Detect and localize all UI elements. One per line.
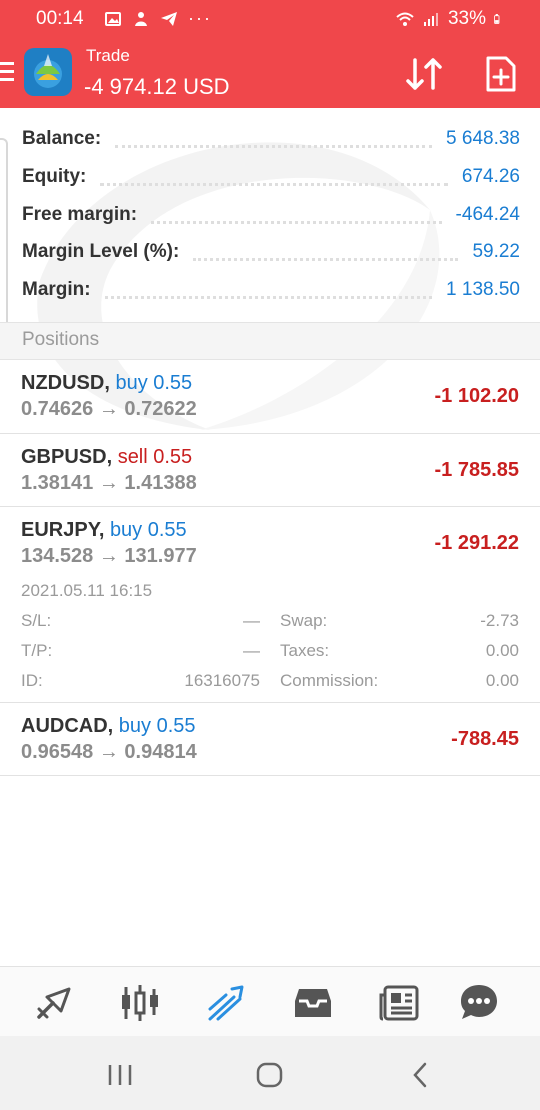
detail-row: ID: 16316075 Commission: 0.00: [21, 671, 519, 695]
gallery-icon: [105, 11, 121, 26]
summary-row-balance: Balance: 5 648.38: [22, 124, 520, 154]
account-summary: Balance: 5 648.38 Equity: 674.26 Free ma…: [0, 118, 540, 322]
position-direction: buy 0.55: [109, 519, 187, 541]
sl-value: —: [243, 611, 260, 630]
summary-value: 59.22: [472, 241, 520, 262]
new-order-icon[interactable]: [484, 54, 518, 94]
telegram-icon: [161, 11, 177, 26]
app-logo[interactable]: [24, 48, 72, 96]
detail-row: S/L: — Swap: -2.73: [21, 611, 519, 635]
swap-label: Swap:: [280, 611, 328, 630]
summary-label: Equity:: [22, 166, 87, 187]
positions-title: Positions: [22, 329, 100, 350]
total-profit: -4 974.12 USD: [84, 74, 230, 99]
news-icon[interactable]: [377, 981, 421, 1025]
summary-row-margin: Margin: 1 138.50: [22, 275, 520, 305]
dotted-leader: [151, 206, 442, 224]
position-profit: -1 102.20: [434, 385, 519, 407]
dotted-leader: [104, 281, 433, 299]
trade-icon[interactable]: [204, 981, 248, 1025]
home-icon[interactable]: [255, 1062, 285, 1088]
position-symbol: EURJPY, buy 0.55: [21, 519, 187, 541]
position-row[interactable]: AUDCAD, buy 0.55 0.96548 → 0.94814 -788.…: [0, 703, 540, 776]
position-profit: -1 785.85: [434, 459, 519, 481]
position-symbol: NZDUSD, buy 0.55: [21, 372, 193, 394]
system-nav: [0, 1036, 540, 1110]
position-profit: -1 291.22: [434, 532, 519, 554]
position-row[interactable]: GBPUSD, sell 0.55 1.38141 → 1.41388 -1 7…: [0, 434, 540, 507]
status-time: 00:14: [36, 8, 84, 29]
open-time: 2021.05.11 16:15: [21, 581, 153, 600]
positions-header: Positions: [0, 322, 540, 360]
app-bar: Trade -4 974.12 USD: [0, 40, 540, 108]
signal-icon: [423, 13, 438, 26]
chart-icon[interactable]: [118, 981, 162, 1025]
detail-row: T/P: — Taxes: 0.00: [21, 641, 519, 665]
dotted-leader: [100, 168, 448, 186]
summary-row-free-margin: Free margin: -464.24: [22, 200, 520, 230]
position-profit: -788.45: [451, 728, 519, 750]
summary-label: Free margin:: [22, 204, 138, 225]
position-prices: 1.38141 → 1.41388: [21, 472, 197, 494]
app-title: Trade: [86, 46, 130, 65]
position-direction: sell 0.55: [117, 446, 193, 468]
summary-value: 674.26: [461, 166, 520, 187]
position-symbol: AUDCAD, buy 0.55: [21, 715, 196, 737]
swap-value: -2.73: [480, 611, 519, 630]
id-value: 16316075: [184, 671, 260, 690]
position-direction: buy 0.55: [115, 372, 193, 394]
position-row[interactable]: NZDUSD, buy 0.55 0.74626 → 0.72622 -1 10…: [0, 360, 540, 434]
recent-apps-icon[interactable]: [105, 1062, 135, 1088]
sort-icon[interactable]: [402, 54, 446, 94]
quotes-icon[interactable]: [33, 981, 77, 1025]
position-symbol: GBPUSD, sell 0.55: [21, 446, 193, 468]
dotted-leader: [115, 130, 433, 148]
status-bar: 00:14 ··· 33%: [0, 0, 540, 38]
dotted-leader: [193, 243, 459, 261]
notification-app-icon: [135, 11, 147, 26]
tp-label: T/P:: [21, 641, 53, 660]
commission-label: Commission:: [280, 671, 379, 690]
summary-label: Balance:: [22, 128, 102, 149]
summary-row-margin-level: Margin Level (%): 59.22: [22, 237, 520, 267]
battery-icon: [494, 14, 500, 24]
sl-label: S/L:: [21, 611, 52, 630]
back-icon[interactable]: [405, 1062, 435, 1088]
wifi-icon: [396, 12, 414, 26]
bottom-nav: [0, 966, 540, 1036]
more-notifications: ···: [188, 8, 212, 28]
summary-value: 1 138.50: [446, 279, 520, 300]
taxes-value: 0.00: [485, 641, 519, 660]
position-prices: 134.528 → 131.977: [21, 545, 197, 567]
chat-icon[interactable]: [457, 981, 501, 1025]
summary-label: Margin Level (%):: [22, 241, 180, 262]
position-direction: buy 0.55: [118, 715, 196, 737]
taxes-label: Taxes:: [280, 641, 330, 660]
history-icon[interactable]: [291, 981, 335, 1025]
header: 00:14 ··· 33% Trade -4 974.12 USD: [0, 0, 540, 108]
battery-level: 33%: [447, 8, 486, 29]
summary-value: -464.24: [455, 204, 520, 225]
menu-icon[interactable]: [0, 62, 14, 82]
commission-value: 0.00: [485, 671, 519, 690]
position-prices: 0.96548 → 0.94814: [21, 741, 197, 763]
summary-value: 5 648.38: [446, 128, 520, 149]
id-label: ID:: [21, 671, 43, 690]
position-prices: 0.74626 → 0.72622: [21, 398, 197, 420]
summary-label: Margin:: [22, 279, 91, 300]
summary-row-equity: Equity: 674.26: [22, 162, 520, 192]
position-row-expanded[interactable]: EURJPY, buy 0.55 134.528 → 131.977 -1 29…: [0, 507, 540, 703]
tp-value: —: [243, 641, 260, 660]
